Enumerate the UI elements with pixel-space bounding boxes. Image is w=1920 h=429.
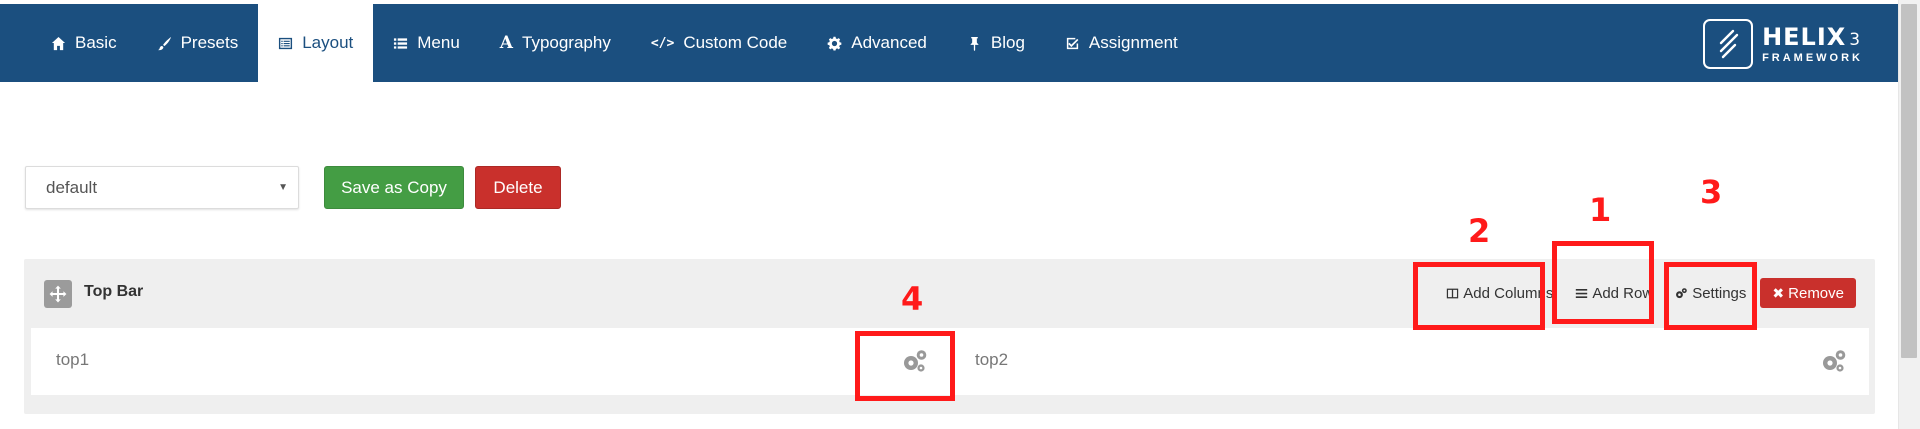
tab-presets[interactable]: Presets — [137, 4, 259, 82]
delete-layout-button[interactable]: Delete — [475, 166, 561, 209]
code-icon: </> — [650, 35, 675, 51]
cogs-icon — [1676, 287, 1687, 298]
list-icon — [394, 37, 408, 49]
cog-icon — [827, 36, 842, 51]
close-icon: ✖ — [1772, 284, 1785, 301]
helix-framework-logo: HELIX 3 FRAMEWORK — [1703, 19, 1863, 69]
thumbtack-icon — [970, 36, 979, 51]
row-settings-button[interactable]: Settings — [1667, 278, 1754, 308]
column-top2: top2 — [950, 328, 1869, 395]
check-square-icon — [1066, 37, 1079, 49]
settings-label: Settings — [1692, 284, 1747, 302]
font-icon: A — [499, 33, 513, 53]
tab-label: Assignment — [1088, 33, 1178, 52]
tab-layout[interactable]: Layout — [258, 4, 374, 82]
tab-label: Blog — [990, 33, 1025, 52]
row-header: Top Bar Add Columns Add Row Settings ✖ R… — [24, 259, 1875, 327]
layout-row-top-bar: Top Bar Add Columns Add Row Settings ✖ R… — [24, 259, 1875, 414]
tab-label: Menu — [417, 33, 460, 52]
tab-basic[interactable]: Basic — [31, 4, 137, 82]
column-top1: top1 — [31, 328, 950, 395]
arrows-move-icon — [49, 285, 67, 303]
remove-label: Remove — [1788, 284, 1844, 302]
layout-select[interactable]: default ▼ — [25, 166, 299, 209]
row-actions: Add Columns Add Row Settings ✖ Remove — [1438, 277, 1856, 309]
tab-label: Typography — [522, 33, 611, 52]
bars-icon — [1576, 288, 1588, 298]
annotation-number-add-row: 1 — [1589, 191, 1612, 229]
column-name: top2 — [975, 350, 1009, 369]
vertical-scrollbar[interactable] — [1898, 0, 1920, 429]
add-row-label: Add Row — [1592, 284, 1654, 302]
tab-advanced[interactable]: Advanced — [807, 4, 947, 82]
tab-custom-code[interactable]: </> Custom Code — [631, 4, 807, 82]
row-columns: top1 top2 — [31, 328, 1869, 395]
tab-typography[interactable]: A Typography — [480, 4, 631, 82]
move-row-handle[interactable] — [44, 280, 72, 308]
tab-blog[interactable]: Blog — [947, 4, 1045, 82]
row-title: Top Bar — [84, 283, 144, 300]
column-name: top1 — [56, 350, 90, 369]
cogs-icon — [904, 350, 927, 372]
add-columns-label: Add Columns — [1463, 284, 1554, 302]
tab-menu[interactable]: Menu — [373, 4, 480, 82]
remove-row-button[interactable]: ✖ Remove — [1760, 278, 1856, 308]
logo-mark — [1703, 19, 1754, 69]
settings-tabs: Basic Presets Layout Menu A Typography <… — [0, 4, 1198, 82]
annotation-number-add-columns: 2 — [1468, 212, 1491, 250]
list-alt-icon — [279, 37, 293, 49]
tab-label: Advanced — [851, 33, 927, 52]
column-settings-button[interactable] — [902, 349, 928, 378]
tab-assignment[interactable]: Assignment — [1045, 4, 1198, 82]
annotation-number-column-settings: 4 — [901, 280, 924, 318]
top-navigation-bar: Basic Presets Layout Menu A Typography <… — [0, 4, 1898, 82]
tab-label: Custom Code — [683, 33, 788, 52]
paint-brush-icon — [157, 36, 171, 50]
home-icon — [51, 36, 66, 50]
save-as-copy-button[interactable]: Save as Copy — [324, 166, 464, 209]
add-row-button[interactable]: Add Row — [1567, 278, 1661, 308]
tab-label: Basic — [75, 33, 117, 52]
scrollbar-thumb[interactable] — [1901, 4, 1917, 358]
column-settings-button[interactable] — [1821, 349, 1847, 378]
add-columns-button[interactable]: Add Columns — [1438, 278, 1561, 308]
annotation-number-settings: 3 — [1700, 173, 1723, 211]
tab-label: Layout — [302, 33, 354, 52]
columns-icon — [1447, 288, 1459, 298]
logo-subtitle: FRAMEWORK — [1762, 51, 1863, 64]
layout-select-value: default — [46, 177, 98, 197]
cogs-icon — [1823, 350, 1846, 372]
tab-label: Presets — [180, 33, 239, 52]
logo-title: HELIX 3 — [1762, 22, 1862, 51]
caret-down-icon: ▼ — [278, 182, 288, 193]
